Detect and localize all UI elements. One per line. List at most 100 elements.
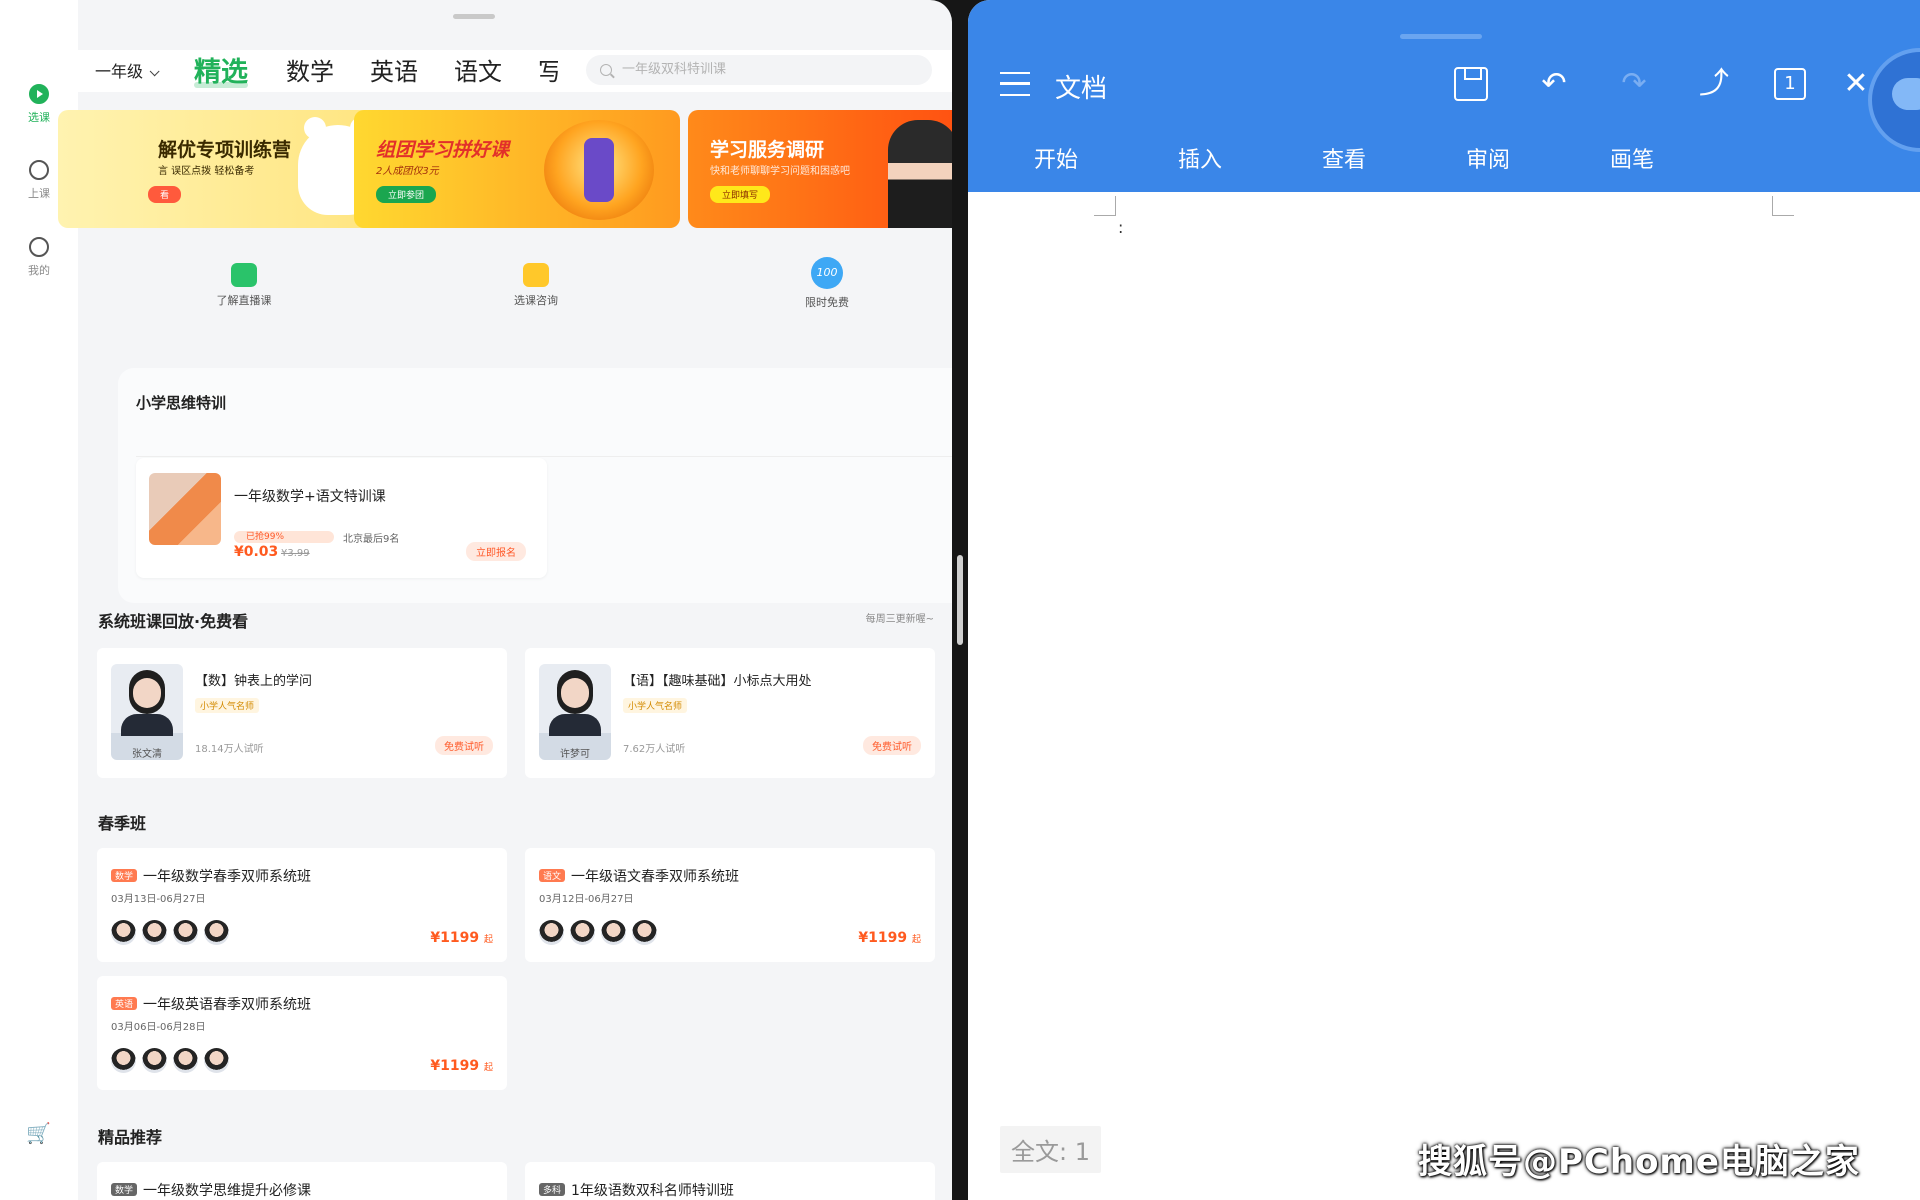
tab-chinese[interactable]: 语文 — [454, 52, 502, 87]
page-margin-mark — [1094, 196, 1116, 216]
main-content: 一年级 精选 数学 英语 语文 写 一年级双科特训课 解优专项训练营 言 误区点… — [58, 0, 952, 1200]
class-price: ¥1199 起 — [858, 930, 921, 946]
split-screen: 选课 上课 我的 🛒 一年级 精选 数学 英语 语文 写 一年级双科特训课 解优… — [0, 0, 1920, 1200]
class-price: ¥1199 起 — [430, 1058, 493, 1074]
class-card[interactable]: 英语 一年级英语春季双师系统班 03月06日-06月28日 ¥1199 起 — [97, 976, 507, 1090]
window-drag-handle[interactable] — [1400, 34, 1482, 39]
course-price: ¥0.03 — [234, 544, 279, 560]
tab-writing[interactable]: 写 — [538, 52, 558, 87]
subject-tag: 数学 — [111, 869, 138, 882]
class-card[interactable]: 数学 一年级数学春季双师系统班 03月13日-06月27日 ¥1199 起 — [97, 848, 507, 962]
avatar — [539, 920, 564, 945]
replay-update-note[interactable]: 每周三更新喔~ — [866, 610, 934, 625]
course-thumbnail — [149, 473, 221, 545]
chevron-down-icon — [149, 66, 160, 77]
recommend-card[interactable]: 多科 1年级语数双科名师特训班 — [525, 1162, 935, 1200]
spring-section-title: 春季班 — [98, 814, 147, 833]
avatar — [142, 920, 167, 945]
tab-math[interactable]: 数学 — [286, 52, 334, 87]
search-icon — [600, 64, 612, 76]
page-margin-mark — [1772, 196, 1794, 216]
menu-icon[interactable] — [1000, 72, 1030, 96]
rail-item-mine[interactable]: 我的 — [0, 237, 78, 278]
class-icon — [29, 160, 49, 180]
free-trial-button[interactable]: 免费试听 — [435, 736, 493, 755]
avatar — [173, 1048, 198, 1073]
chat-icon — [523, 263, 549, 287]
cart-icon[interactable]: 🛒 — [26, 1123, 52, 1143]
subject-tag: 英语 — [111, 997, 138, 1010]
undo-icon[interactable]: ↶ — [1534, 64, 1574, 104]
tab-english[interactable]: 英语 — [370, 52, 418, 87]
doc-title: 文档 — [1055, 74, 1108, 104]
text-cursor[interactable]: : — [1118, 218, 1123, 237]
page-count-icon[interactable]: 1 — [1774, 68, 1806, 100]
subject-tag: 多科 — [539, 1183, 566, 1196]
progress-badge: 已抢99% — [234, 531, 334, 543]
tab-insert[interactable]: 插入 — [1178, 142, 1222, 174]
class-price: ¥1199 起 — [430, 930, 493, 946]
course-app-window: 选课 上课 我的 🛒 一年级 精选 数学 英语 语文 写 一年级双科特训课 解优… — [0, 0, 952, 1200]
banner-button[interactable]: 看 — [148, 186, 182, 203]
banner-survey[interactable]: 学习服务调研 快和老师聊聊学习问题和困惑吧 立即填写 — [688, 110, 952, 228]
teacher-avatars — [111, 920, 235, 946]
avatar — [601, 920, 626, 945]
special-course-card[interactable]: 一年级数学+语文特训课 已抢99% 北京最后9名 ¥0.03 ¥3.99 立即报… — [136, 458, 547, 578]
subject-tag: 数学 — [111, 1183, 138, 1196]
quick-free[interactable]: 100 限时免费 — [767, 257, 887, 310]
divider — [136, 456, 952, 457]
teacher-photo — [888, 120, 952, 228]
document-app-window: 文档 ↶ ↷ ⤴ 1 ✕ 开始 插入 查看 审阅 画笔 : 全文: 1 搜狐号@… — [968, 0, 1920, 1200]
replay-card[interactable]: 许梦可 【语】【趣味基础】小标点大用处 小学人气名师 7.62万人试听 免费试听 — [525, 648, 935, 778]
search-input[interactable]: 一年级双科特训课 — [586, 55, 932, 85]
quick-live-class[interactable]: 了解直播课 — [184, 263, 304, 308]
teacher-avatars — [539, 920, 663, 946]
recommend-section-title: 精品推荐 — [98, 1128, 163, 1147]
share-icon[interactable]: ⤴ — [1694, 64, 1734, 104]
subject-tag: 语文 — [539, 869, 566, 882]
tab-view[interactable]: 查看 — [1322, 142, 1366, 174]
fill-survey-button[interactable]: 立即填写 — [710, 186, 771, 203]
tab-pen[interactable]: 画笔 — [1610, 142, 1654, 174]
special-training-section: 小学思维特训 一年级数学+语文特训课 已抢99% 北京最后9名 ¥0.03 ¥3… — [118, 368, 952, 603]
recommend-card[interactable]: 数学 一年级数学思维提升必修课 — [97, 1162, 507, 1200]
teacher-badge: 小学人气名师 — [195, 698, 260, 713]
avatar — [142, 1048, 167, 1073]
watermark: 搜狐号@PChome电脑之家 — [1418, 1142, 1860, 1182]
avatar — [111, 920, 136, 945]
banner-group-class[interactable]: 组团学习拼好课 2人成团仅3元 立即参团 — [354, 110, 680, 228]
replay-card[interactable]: 张文清 【数】钟表上的学问 小学人气名师 18.14万人试听 免费试听 — [97, 648, 507, 778]
avatar — [173, 920, 198, 945]
class-card[interactable]: 语文 一年级语文春季双师系统班 03月12日-06月27日 ¥1199 起 — [525, 848, 935, 962]
avatar — [111, 1048, 136, 1073]
avatar — [570, 920, 595, 945]
teacher-badge: 小学人气名师 — [623, 698, 688, 713]
section-title: 小学思维特训 — [136, 394, 227, 412]
doc-toolbar: 文档 ↶ ↷ ⤴ 1 ✕ 开始 插入 查看 审阅 画笔 — [968, 0, 1920, 192]
teacher-avatars — [111, 1048, 235, 1074]
hourglass-illustration — [544, 120, 654, 220]
split-divider-handle[interactable] — [957, 555, 963, 645]
top-nav: 一年级 精选 数学 英语 语文 写 一年级双科特训课 — [78, 50, 952, 92]
smile-icon — [29, 237, 49, 257]
teacher-name: 许梦可 — [560, 749, 590, 760]
replay-section-title: 系统班课回放·免费看 — [98, 612, 249, 631]
tab-review[interactable]: 审阅 — [1466, 142, 1510, 174]
save-icon[interactable] — [1454, 67, 1488, 101]
enroll-button[interactable]: 立即报名 — [466, 542, 526, 561]
free-trial-button[interactable]: 免费试听 — [863, 736, 921, 755]
redo-icon[interactable]: ↷ — [1614, 64, 1654, 104]
word-count[interactable]: 全文: 1 — [1000, 1126, 1101, 1173]
grade-selector[interactable]: 一年级 — [95, 58, 160, 82]
join-group-button[interactable]: 立即参团 — [376, 186, 437, 203]
avatar — [204, 1048, 229, 1073]
100-icon: 100 — [811, 257, 843, 289]
quick-consult[interactable]: 选课咨询 — [476, 263, 596, 308]
tab-featured[interactable]: 精选 — [194, 50, 248, 89]
live-icon — [231, 263, 257, 287]
avatar — [632, 920, 657, 945]
avatar — [204, 920, 229, 945]
tab-start[interactable]: 开始 — [1034, 142, 1078, 174]
play-icon — [29, 84, 49, 104]
teacher-name: 张文清 — [132, 749, 162, 760]
